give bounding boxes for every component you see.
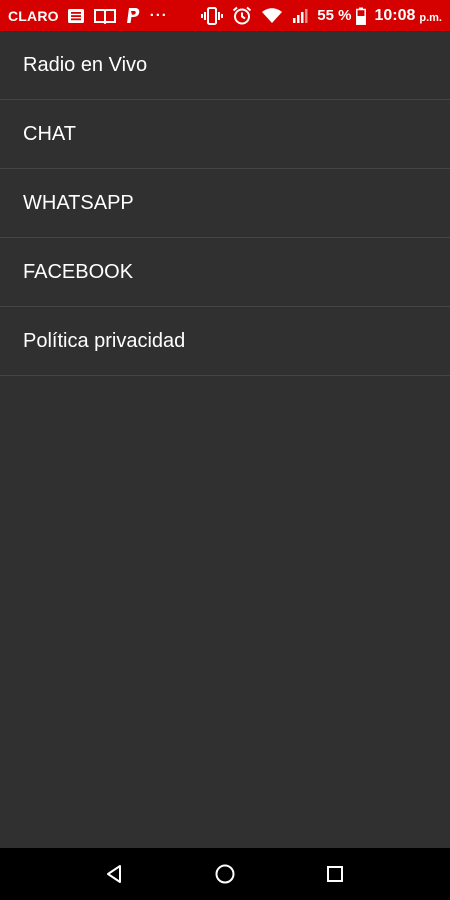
system-navigation-bar (0, 848, 450, 900)
menu-item-politica-privacidad[interactable]: Política privacidad (0, 307, 450, 376)
signal-icon (292, 0, 308, 31)
status-bar: CLARO ··· 55 % 10:08 p.m. (0, 0, 450, 31)
status-left: CLARO ··· (8, 0, 177, 31)
book-icon (93, 0, 116, 31)
alarm-icon (232, 0, 252, 31)
home-icon (215, 864, 235, 884)
menu-item-radio-en-vivo[interactable]: Radio en Vivo (0, 31, 450, 100)
wifi-icon (261, 0, 283, 31)
menu-item-chat[interactable]: CHAT (0, 100, 450, 169)
paypal-icon (125, 0, 141, 31)
recents-icon (327, 866, 343, 882)
menu-item-facebook[interactable]: FACEBOOK (0, 238, 450, 307)
status-right: 55 % 10:08 p.m. (201, 0, 442, 31)
navigation-menu: Radio en Vivo CHAT WHATSAPP FACEBOOK Pol… (0, 31, 450, 376)
recents-button[interactable] (315, 854, 355, 894)
vibrate-icon (201, 0, 224, 31)
battery-icon (356, 0, 367, 31)
battery-percentage: 55 % (317, 7, 352, 24)
home-button[interactable] (205, 854, 245, 894)
back-icon (107, 865, 121, 883)
back-button[interactable] (95, 854, 135, 894)
more-notifications-dots: ··· (149, 7, 168, 24)
menu-item-whatsapp[interactable]: WHATSAPP (0, 169, 450, 238)
clock-suffix: p.m. (419, 11, 442, 24)
news-icon (67, 0, 85, 31)
clock-time: 10:08 (374, 6, 416, 24)
carrier-name: CLARO (8, 7, 59, 24)
